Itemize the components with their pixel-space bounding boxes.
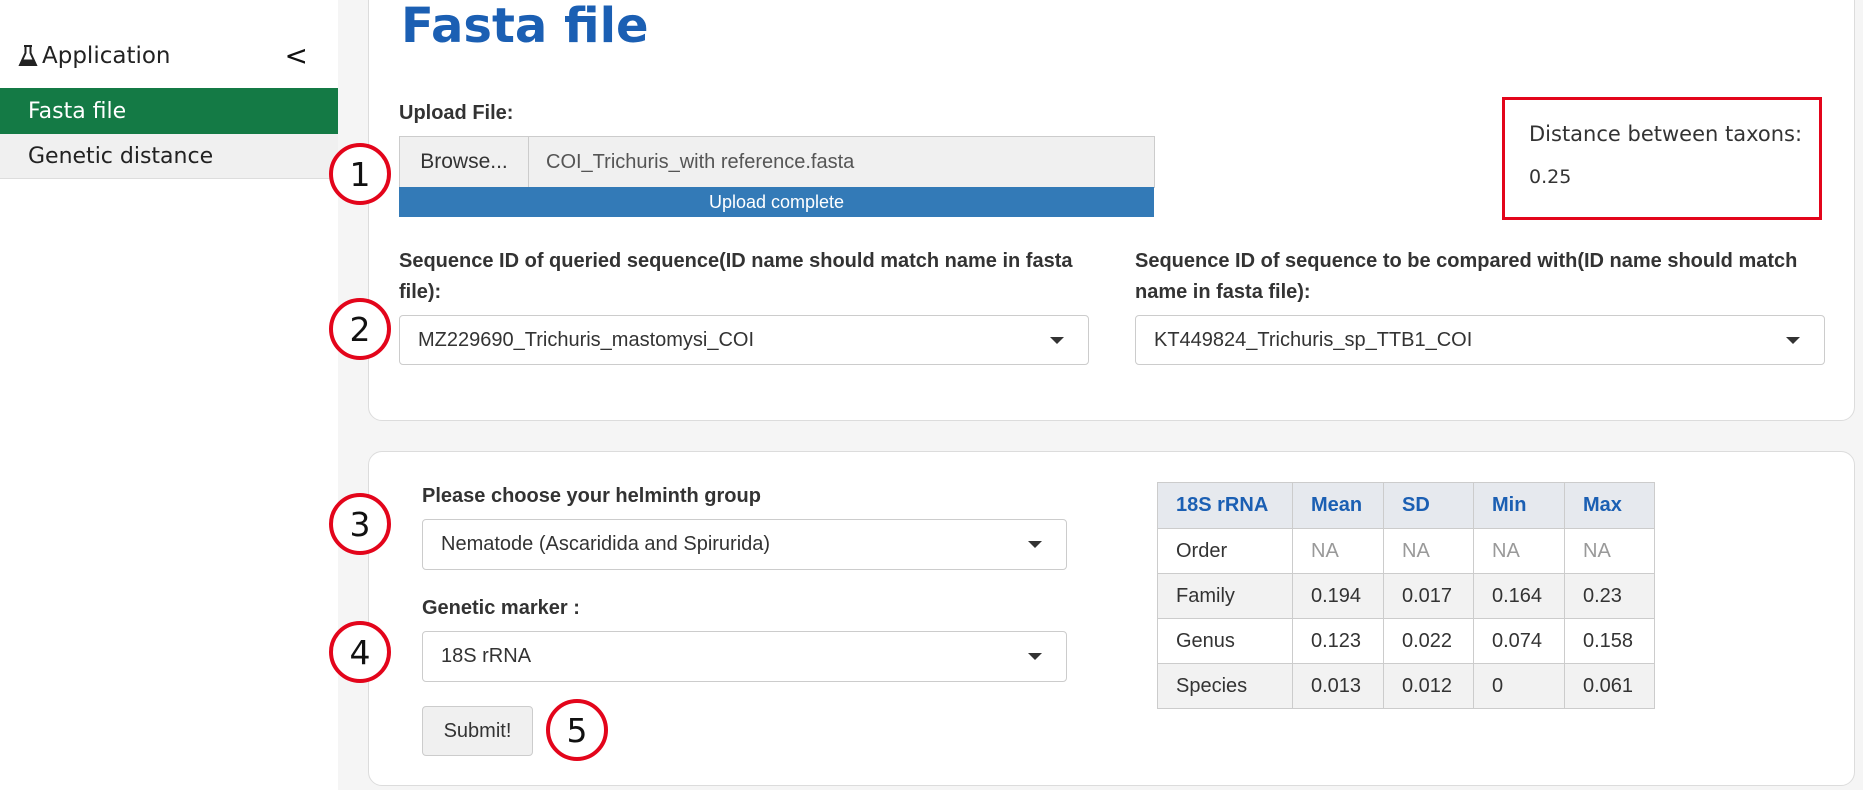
table-cell: 0.158 (1564, 618, 1655, 664)
table-cell: 0.074 (1473, 618, 1565, 664)
compare-sequence-select[interactable]: KT449824_Trichuris_sp_TTB1_COI (1135, 315, 1825, 365)
table-cell: 0 (1473, 663, 1565, 709)
table-cell: Order (1157, 528, 1293, 574)
sidebar: Application < Fasta file Genetic distanc… (0, 0, 338, 804)
table-cell: 0.164 (1473, 573, 1565, 619)
distance-title: Distance between taxons: (1529, 122, 1803, 146)
table-cell: NA (1473, 528, 1565, 574)
sidebar-collapse-toggle[interactable]: < (285, 38, 308, 74)
table-cell: 0.23 (1564, 573, 1655, 619)
genetic-marker-value: 18S rRNA (441, 645, 532, 667)
genetic-marker-select[interactable]: 18S rRNA (422, 631, 1067, 682)
file-upload[interactable]: Browse... COI_Trichuris_with reference.f… (399, 136, 1155, 188)
query-sequence-label: Sequence ID of queried sequence(ID name … (399, 250, 1073, 303)
compare-sequence-label: Sequence ID of sequence to be compared w… (1135, 250, 1798, 303)
flask-icon (18, 44, 38, 68)
table-cell: NA (1383, 528, 1474, 574)
chevron-down-icon (1028, 541, 1042, 548)
table-header: Mean (1292, 482, 1384, 529)
helminth-group-label: Please choose your helminth group (422, 485, 761, 507)
distance-stats-table: 18S rRNA Mean SD Min Max Order NA NA NA … (1157, 482, 1655, 709)
sidebar-item-label: Genetic distance (28, 143, 214, 169)
table-header: Max (1564, 482, 1655, 529)
page-title: Fasta file (401, 0, 649, 54)
sidebar-item-genetic-distance[interactable]: Genetic distance (0, 134, 338, 179)
helminth-group-select[interactable]: Nematode (Ascaridida and Spirurida) (422, 519, 1067, 570)
upload-label: Upload File: (399, 102, 514, 124)
chevron-down-icon (1050, 337, 1064, 344)
submit-button[interactable]: Submit! (422, 706, 533, 756)
query-sequence-value: MZ229690_Trichuris_mastomysi_COI (418, 328, 755, 351)
table-cell: 0.123 (1292, 618, 1384, 664)
table-cell: 0.022 (1383, 618, 1474, 664)
sidebar-header: Application < (18, 38, 318, 74)
table-header: 18S rRNA (1157, 482, 1293, 529)
table-cell: NA (1564, 528, 1655, 574)
table-row: Species 0.013 0.012 0 0.061 (1157, 663, 1655, 709)
callout-5: 5 (546, 699, 608, 761)
table-cell: Genus (1157, 618, 1293, 664)
table-row: Genus 0.123 0.022 0.074 0.158 (1157, 618, 1655, 664)
query-sequence-select[interactable]: MZ229690_Trichuris_mastomysi_COI (399, 315, 1089, 365)
table-cell: Species (1157, 663, 1293, 709)
table-cell: NA (1292, 528, 1384, 574)
sidebar-item-label: Fasta file (28, 98, 127, 124)
upload-progress-bar: Upload complete (399, 187, 1154, 217)
sidebar-item-fasta-file[interactable]: Fasta file (0, 88, 338, 134)
table-header-row: 18S rRNA Mean SD Min Max (1157, 482, 1655, 529)
chevron-down-icon (1028, 653, 1042, 660)
callout-1: 1 (329, 143, 391, 205)
file-name-field: COI_Trichuris_with reference.fasta (529, 137, 1154, 187)
table-header: Min (1473, 482, 1565, 529)
callout-3: 3 (329, 493, 391, 555)
table-cell: 0.194 (1292, 573, 1384, 619)
callout-2: 2 (329, 298, 391, 360)
table-cell: 0.061 (1564, 663, 1655, 709)
distance-result-box: Distance between taxons: 0.25 (1502, 97, 1822, 220)
table-cell: 0.012 (1383, 663, 1474, 709)
compare-sequence-value: KT449824_Trichuris_sp_TTB1_COI (1154, 328, 1473, 351)
sidebar-header-label: Application (42, 43, 171, 69)
table-cell: 0.013 (1292, 663, 1384, 709)
table-row: Family 0.194 0.017 0.164 0.23 (1157, 573, 1655, 619)
distance-value: 0.25 (1529, 166, 1572, 188)
helminth-group-value: Nematode (Ascaridida and Spirurida) (441, 533, 771, 555)
table-header: SD (1383, 482, 1474, 529)
table-cell: 0.017 (1383, 573, 1474, 619)
genetic-marker-label: Genetic marker : (422, 597, 580, 619)
callout-4: 4 (329, 621, 391, 683)
table-row: Order NA NA NA NA (1157, 528, 1655, 574)
table-cell: Family (1157, 573, 1293, 619)
browse-button[interactable]: Browse... (400, 137, 529, 187)
chevron-down-icon (1786, 337, 1800, 344)
